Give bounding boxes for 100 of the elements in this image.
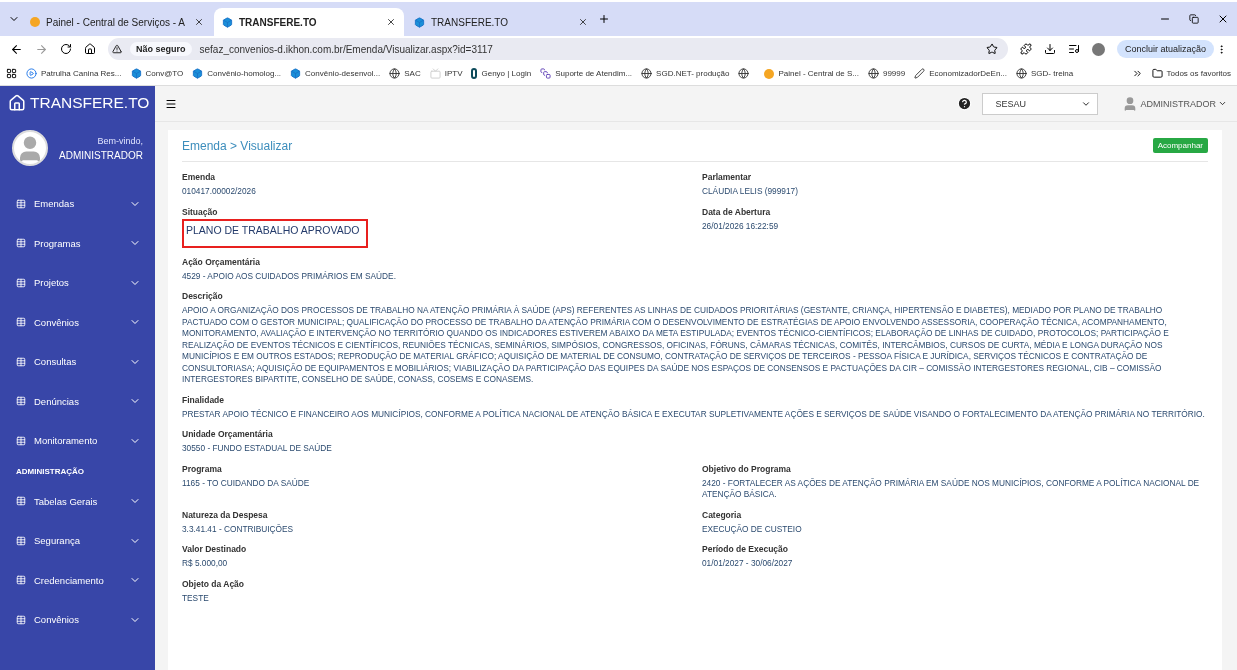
sidebar-menu-item[interactable]: Segurança [34,535,121,547]
field-label: Ação Orçamentária [182,256,261,267]
pacman-icon [30,17,40,27]
bookmark-link[interactable]: EconomizadorDeEn... [929,69,1008,78]
download-icon[interactable] [1043,43,1056,55]
cube-icon [414,16,425,28]
browser-tab[interactable]: TRANSFERE.TO [214,8,404,36]
field-value: 26/01/2026 16:22:59 [702,220,780,232]
field-label: Parlamentar [702,172,753,182]
bookmark-link[interactable]: Patrulha Canina Res... [41,69,122,78]
bookmark-link[interactable]: Conv@TO [145,69,184,78]
browser-tab[interactable]: Painel - Central de Serviços - A [22,8,212,36]
app-logo[interactable]: TRANSFERE.TO [30,94,150,112]
sidebar-menu-item[interactable]: Monitoramento [34,435,121,447]
field-value: 4529 - APOIO AOS CUIDADOS PRIMÁRIOS EM SAÚDE. [182,270,397,282]
table-icon [16,238,26,249]
bookmark-link[interactable]: IPTV [444,69,463,78]
chevron-down-icon[interactable] [1218,99,1227,108]
org-select[interactable]: SESAU [982,92,1099,115]
field-label: Programa [182,463,223,474]
bookmark-link[interactable]: Convênio-homolog... [207,69,282,78]
folder-icon [1151,68,1163,79]
url-text: sefaz_convenios-d.ikhon.com.br/Emenda/Visualizar.aspx?id=3117 [199,43,494,55]
pacman-icon [764,68,775,79]
close-icon[interactable] [194,17,204,27]
table-icon [16,198,26,209]
close-icon[interactable] [578,17,588,27]
select-value: SESAU [995,98,1026,109]
cube-icon [192,68,204,79]
welcome-text: Bem-vindo, [97,135,143,146]
sidebar-menu-item[interactable]: Credenciamento [34,574,121,586]
sidebar-menu-item[interactable]: Programas [34,237,121,249]
more-bookmarks-icon[interactable] [1131,68,1143,79]
field-value: R$ 5.000,00 [182,558,229,570]
user-menu[interactable]: ADMINISTRADOR [1140,98,1216,109]
field-value: 30550 - FUNDO ESTADUAL DE SAÚDE [182,443,333,455]
sidebar-menu-item[interactable]: Consultas [34,356,121,368]
field-label: Objetivo do Programa [702,463,792,474]
globe-icon [738,68,750,79]
bookmark-link[interactable]: Convênio-desenvol... [305,69,381,78]
table-icon [16,356,26,367]
table-icon [16,435,26,446]
field-label: Finalidade [182,394,226,405]
sidebar-menu-item[interactable]: Tabelas Gerais [34,495,121,507]
tv-icon [429,68,441,79]
warning-icon [112,44,122,54]
bookmark-link[interactable]: SGD- treina [1031,69,1074,78]
browser-tab[interactable]: TRANSFERE.TO [406,8,596,36]
bookmark-folder[interactable]: Todos os favoritos [1166,69,1231,78]
sidebar-menu-item[interactable]: Emendas [34,198,121,210]
cube-icon [222,16,233,28]
home-icon[interactable] [84,43,96,55]
menu-icon[interactable] [165,97,177,110]
user-name: ADMINISTRADOR [59,149,143,161]
sidebar-menu-item[interactable]: Convênios [34,614,121,626]
close-icon[interactable] [1217,13,1229,25]
restore-icon[interactable] [1189,14,1199,24]
address-bar[interactable]: Não seguro sefaz_convenios-d.ikhon.com.br/Emenda/Visualizar.aspx?id=3117 [108,38,1008,60]
update-button[interactable]: Concluir atualização [1116,40,1214,58]
help-icon[interactable] [957,96,973,111]
bookmark-link[interactable]: Suporte de Atendim... [555,69,633,78]
field-label: Categoria [702,509,743,520]
breadcrumb[interactable]: Emenda > Visualizar [182,138,293,153]
globe-icon [1016,68,1028,79]
avatar-silhouette [12,130,48,166]
bookmark-link[interactable]: SGD.NET- produção [656,69,730,78]
field-label: Natureza da Despesa [182,509,269,520]
table-icon [16,535,26,546]
star-icon[interactable] [985,43,998,55]
field-value: 3.3.41.41 - CONTRIBUIÇÕES [182,523,295,535]
bookmark-link[interactable]: 99999 [882,69,906,78]
field-value: 01/01/2027 - 30/06/2027 [702,558,794,570]
field-label: Valor Destinado [182,544,248,554]
media-icon[interactable] [1067,43,1080,55]
reload-icon[interactable] [60,43,72,55]
globe-icon [389,68,401,79]
forward-icon[interactable] [35,42,48,56]
sidebar-menu-item[interactable]: Denúncias [34,395,121,407]
globe-icon [867,68,879,79]
puzzle-icon[interactable] [1019,43,1032,55]
sidebar-menu-item[interactable]: Convênios [34,316,121,328]
security-chip[interactable]: Não seguro [130,42,192,56]
pen-icon [914,68,926,79]
table-icon [16,614,26,625]
play-icon [26,68,37,79]
field-label: Descrição [182,291,224,301]
back-icon[interactable] [10,42,23,56]
table-icon [16,277,26,288]
field-value: PRESTAR APOIO TÉCNICO E FINANCEIRO AOS MUNICÍPIOS, CONFORME A POLÍTICA NACIONAL DE ATENÇÃO BÁSICA E EXECUTAR SUPLETIVAMENTE AÇÕES E SERVIÇOS DE SAÚDE VISANDO O FORTALECIMENTO DA ATENÇÃO PRIMÁRIA NO TERRITÓRIO. [182,408,1206,420]
field-value: CLÁUDIA LELIS (999917) [702,186,799,198]
profile-avatar-icon[interactable] [1091,42,1105,56]
menu-section-heading: ADMINISTRAÇÃO [15,465,85,478]
new-tab-icon[interactable] [598,13,610,25]
apps-icon[interactable] [6,68,17,79]
bookmark-link[interactable]: Painel - Central de S... [778,69,859,78]
sidebar-menu-item[interactable]: Projetos [34,277,121,289]
bookmark-link[interactable]: Genyo | Login [481,69,532,78]
field-value: EXECUÇÃO DE CUSTEIO [702,523,803,535]
close-icon[interactable] [386,17,396,27]
bookmark-link[interactable]: SAC [404,69,421,78]
